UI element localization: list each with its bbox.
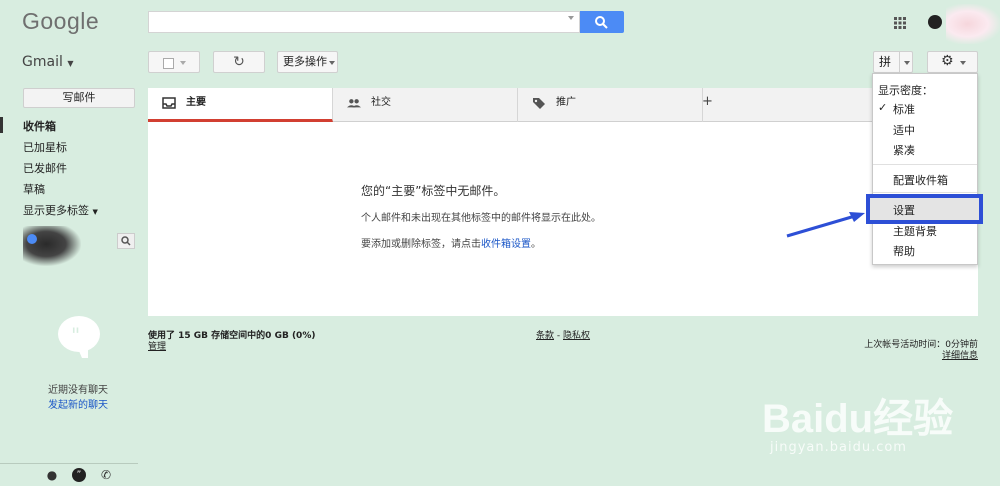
hint-prefix: 要添加或删除标签，请点击 [361, 239, 481, 250]
hangouts-icon[interactable]: ” [72, 468, 86, 482]
manage-storage-link[interactable]: 管理 [148, 339, 166, 352]
menu-item-configure-inbox[interactable]: 配置收件箱 [893, 172, 948, 188]
terms-link[interactable]: 条款 [536, 331, 554, 341]
inbox-settings-link[interactable]: 收件箱设置 [481, 239, 531, 250]
footer-separator: - [554, 331, 563, 341]
menu-item-density-compact[interactable]: 紧凑 [893, 142, 915, 158]
checkmark-icon: ✓ [878, 101, 888, 114]
search-input[interactable] [148, 11, 580, 33]
compose-button[interactable]: 写邮件 [23, 88, 135, 108]
annotation-arrow-icon [786, 212, 865, 238]
message-list-panel [148, 88, 978, 316]
hint-suffix: 。 [531, 239, 541, 250]
search-options-caret-icon[interactable] [568, 16, 574, 20]
refresh-button[interactable]: ↻ [213, 51, 265, 73]
input-tools-button[interactable]: 拼 [873, 51, 913, 73]
refresh-icon: ↻ [233, 54, 245, 70]
avatar[interactable] [27, 234, 37, 244]
empty-state-hint: 要添加或删除标签，请点击收件箱设置。 [361, 235, 541, 250]
search-icon [595, 16, 608, 29]
chat-empty-text: 近期没有聊天 [48, 385, 108, 396]
menu-divider [873, 192, 977, 193]
privacy-link[interactable]: 隐私权 [563, 331, 590, 341]
storage-usage: 使用了 15 GB 存储空间中的0 GB (0%) [148, 331, 316, 341]
search-people-button[interactable] [117, 233, 135, 249]
apps-grid-icon[interactable] [893, 16, 907, 30]
tab-primary-label: 主要 [186, 97, 206, 108]
add-tab-icon[interactable]: + [702, 94, 713, 109]
redacted-scribble [946, 4, 1000, 44]
more-actions-button[interactable]: 更多操作 [277, 51, 338, 73]
chat-bottom-bar [0, 463, 138, 486]
empty-state-title: 您的“主要”标签中无邮件。 [361, 184, 506, 198]
settings-button[interactable]: ⚙ [927, 51, 978, 73]
sidebar-item-more-labels[interactable]: 显示更多标签 ▼ [23, 202, 98, 218]
watermark-brand: Baidu经验 [762, 397, 954, 441]
tab-social-label: 社交 [371, 97, 391, 108]
account-icon[interactable] [928, 15, 942, 29]
footer-links: 条款 - 隐私权 [536, 328, 590, 341]
hangouts-bubble-tail-icon [76, 344, 88, 358]
details-link[interactable]: 详细信息 [942, 348, 978, 361]
tag-icon [533, 98, 545, 109]
gmail-switcher[interactable]: Gmail ▼ [22, 54, 73, 70]
chevron-down-icon [960, 61, 966, 65]
chevron-down-icon: ▼ [92, 208, 98, 216]
menu-item-density-standard[interactable]: 标准 [893, 101, 915, 117]
checkbox-icon [163, 58, 174, 69]
search-button[interactable] [580, 11, 624, 33]
menu-item-density-comfortable[interactable]: 适中 [893, 122, 915, 138]
more-labels-label: 显示更多标签 [23, 204, 89, 217]
redacted-scribble [23, 226, 81, 266]
people-icon [347, 99, 361, 108]
sidebar-item-drafts[interactable]: 草稿 [23, 181, 45, 197]
select-button[interactable] [148, 51, 200, 73]
contacts-icon[interactable]: ● [45, 468, 59, 482]
google-logo[interactable]: Google [22, 8, 99, 35]
tab-promotions[interactable]: 推广 [518, 88, 703, 122]
watermark-url: jingyan.baidu.com [770, 440, 907, 455]
menu-divider [873, 164, 977, 165]
annotation-highlight-box [866, 194, 983, 224]
sidebar-item-sent[interactable]: 已发邮件 [23, 160, 67, 176]
empty-state-description: 个人邮件和未出现在其他标签中的邮件将显示在此处。 [361, 213, 601, 224]
density-header: 显示密度： [878, 84, 933, 97]
gmail-label: Gmail [22, 54, 63, 70]
menu-item-help[interactable]: 帮助 [893, 243, 915, 259]
phone-icon[interactable]: ✆ [99, 468, 113, 482]
tab-promotions-label: 推广 [556, 97, 576, 108]
chevron-down-icon [180, 61, 186, 65]
chevron-down-icon [904, 61, 910, 65]
menu-item-settings[interactable]: 设置 [893, 202, 915, 218]
gear-icon: ⚙ [941, 53, 954, 69]
more-actions-label: 更多操作 [283, 55, 327, 68]
active-nav-indicator [0, 117, 3, 133]
sidebar-item-inbox[interactable]: 收件箱 [23, 118, 56, 134]
tab-social[interactable]: 社交 [333, 88, 518, 122]
inbox-icon [162, 97, 176, 109]
baidu-watermark: Baidu经验 jingyan.baidu.com [760, 376, 1000, 466]
chevron-down-icon [329, 61, 335, 65]
chevron-down-icon: ▼ [67, 59, 74, 68]
start-chat-link[interactable]: 发起新的聊天 [18, 396, 138, 411]
menu-item-themes[interactable]: 主题背景 [893, 223, 937, 239]
input-tools-label: 拼 [879, 55, 892, 69]
sidebar-item-starred[interactable]: 已加星标 [23, 139, 67, 155]
tab-primary[interactable]: 主要 [148, 88, 333, 122]
search-icon [121, 236, 131, 246]
